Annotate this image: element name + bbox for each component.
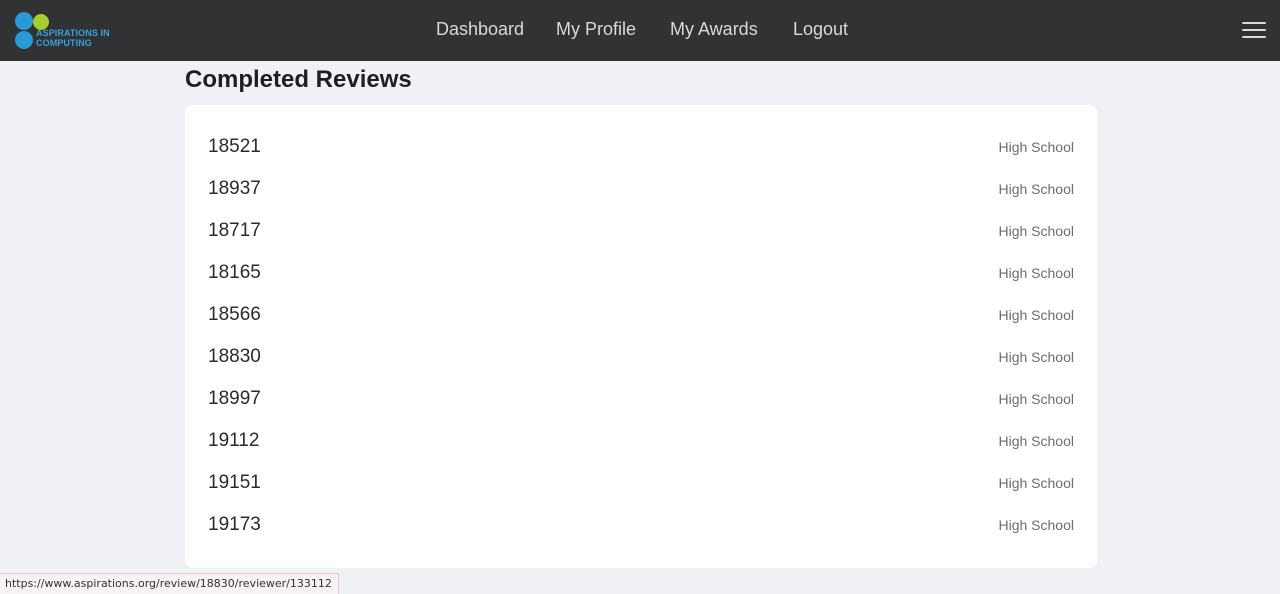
review-row[interactable]: 19112 High School: [185, 421, 1097, 463]
logo-text-line2: COMPUTING: [36, 38, 92, 48]
review-row[interactable]: 18566 High School: [185, 295, 1097, 337]
review-row[interactable]: 19173 High School: [185, 505, 1097, 547]
top-navbar: ASPIRATIONS IN COMPUTING Dashboard My Pr…: [0, 0, 1280, 61]
review-id[interactable]: 18717: [208, 220, 261, 242]
logo-text-line1: ASPIRATIONS IN: [36, 28, 110, 38]
review-id[interactable]: 18165: [208, 262, 261, 284]
review-level: High School: [998, 433, 1075, 449]
review-level: High School: [998, 223, 1075, 239]
review-row[interactable]: 18937 High School: [185, 169, 1097, 211]
nav-dashboard[interactable]: Dashboard: [436, 19, 524, 40]
review-row[interactable]: 19151 High School: [185, 463, 1097, 505]
review-row[interactable]: 18830 High School: [185, 337, 1097, 379]
review-row[interactable]: 18717 High School: [185, 211, 1097, 253]
review-level: High School: [998, 475, 1075, 491]
review-id[interactable]: 19112: [208, 430, 259, 452]
review-level: High School: [998, 265, 1075, 281]
nav-my-awards[interactable]: My Awards: [670, 19, 758, 40]
review-level: High School: [998, 181, 1075, 197]
review-level: High School: [998, 517, 1075, 533]
review-id[interactable]: 19173: [208, 514, 261, 536]
review-id[interactable]: 18830: [208, 346, 261, 368]
status-bar-url: https://www.aspirations.org/review/18830…: [0, 573, 339, 594]
page-title: Completed Reviews: [185, 66, 412, 93]
review-id[interactable]: 18937: [208, 178, 261, 200]
aspirations-logo[interactable]: ASPIRATIONS IN COMPUTING: [14, 11, 124, 51]
review-row[interactable]: 18997 High School: [185, 379, 1097, 421]
logo-wordmark: ASPIRATIONS IN COMPUTING: [36, 28, 110, 48]
review-row[interactable]: 18521 High School: [185, 127, 1097, 169]
review-level: High School: [998, 391, 1075, 407]
nav-my-profile[interactable]: My Profile: [556, 19, 636, 40]
review-level: High School: [998, 307, 1075, 323]
review-id[interactable]: 18566: [208, 304, 261, 326]
review-id[interactable]: 19151: [208, 472, 261, 494]
review-id[interactable]: 18997: [208, 388, 261, 410]
completed-reviews-list: 18521 High School 18937 High School 1871…: [185, 105, 1097, 568]
review-id[interactable]: 18521: [208, 136, 261, 158]
nav-logout[interactable]: Logout: [793, 19, 848, 40]
review-level: High School: [998, 139, 1075, 155]
hamburger-menu-icon[interactable]: [1242, 21, 1266, 39]
review-row[interactable]: 18165 High School: [185, 253, 1097, 295]
review-level: High School: [998, 349, 1075, 365]
